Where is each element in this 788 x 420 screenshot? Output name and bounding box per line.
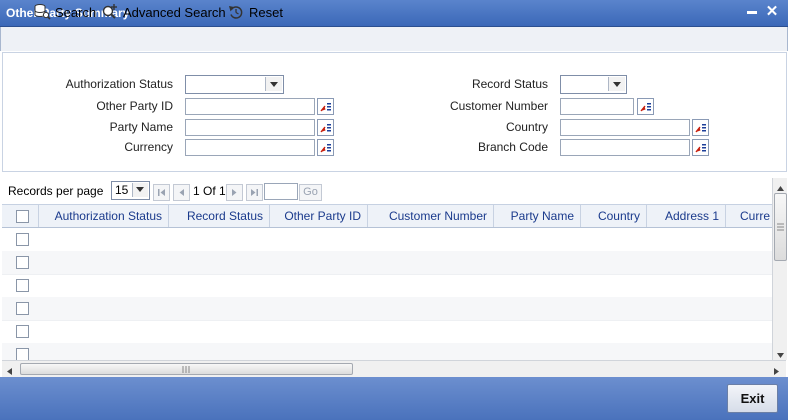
country-label: Country	[505, 120, 548, 134]
column-header-country[interactable]: Country	[581, 205, 647, 227]
search-button-label: Search	[55, 4, 97, 20]
chevron-down-icon	[132, 183, 148, 197]
country-input[interactable]	[560, 119, 690, 136]
list-of-values-icon[interactable]	[692, 139, 709, 156]
branch-code-input[interactable]	[560, 139, 690, 156]
party-name-label: Party Name	[109, 120, 173, 134]
currency-label: Currency	[124, 140, 173, 154]
footer-bar	[0, 377, 788, 420]
page-info: 1 Of 1	[193, 184, 226, 198]
customer-number-label: Customer Number	[449, 99, 548, 113]
authorization-status-select[interactable]	[185, 75, 284, 94]
results-grid: Authorization Status Record Status Other…	[2, 204, 772, 361]
next-page-icon[interactable]	[226, 184, 243, 201]
currency-input[interactable]	[185, 139, 315, 156]
record-status-label: Record Status	[471, 77, 548, 91]
toolbar	[0, 27, 788, 51]
horizontal-scrollbar[interactable]	[2, 360, 786, 377]
horizontal-scroll-thumb[interactable]	[20, 363, 353, 375]
chevron-down-icon	[608, 77, 625, 91]
list-of-values-icon[interactable]	[692, 119, 709, 136]
search-button[interactable]: Search	[33, 3, 96, 21]
table-row[interactable]	[2, 320, 772, 344]
row-checkbox[interactable]	[16, 302, 29, 315]
chevron-down-icon	[265, 77, 282, 91]
column-header-customer-number[interactable]: Customer Number	[368, 205, 494, 227]
authorization-status-label: Authorization Status	[65, 77, 173, 91]
list-of-values-icon[interactable]	[317, 119, 334, 136]
reset-button[interactable]: Reset	[227, 3, 283, 21]
last-page-icon[interactable]	[246, 184, 263, 201]
customer-number-input[interactable]	[560, 98, 634, 115]
database-search-icon	[33, 3, 51, 21]
table-row[interactable]	[2, 251, 772, 275]
other-party-id-input[interactable]	[185, 98, 315, 115]
table-row[interactable]	[2, 343, 772, 361]
party-name-input[interactable]	[185, 119, 315, 136]
go-button[interactable]: Go	[299, 184, 322, 201]
advanced-search-icon	[101, 3, 119, 21]
row-checkbox[interactable]	[16, 233, 29, 246]
column-header-address-1[interactable]: Address 1	[647, 205, 726, 227]
previous-page-icon[interactable]	[173, 184, 190, 201]
table-row[interactable]	[2, 274, 772, 298]
vertical-scroll-thumb[interactable]	[774, 193, 787, 261]
row-checkbox[interactable]	[16, 325, 29, 338]
other-party-id-label: Other Party ID	[96, 99, 173, 113]
column-header-party-name[interactable]: Party Name	[494, 205, 581, 227]
record-status-select[interactable]	[560, 75, 627, 94]
records-per-page-select[interactable]: 15	[111, 181, 150, 200]
records-per-page-label: Records per page	[8, 184, 104, 198]
records-per-page-value: 15	[115, 183, 129, 197]
row-checkbox[interactable]	[16, 279, 29, 292]
page-number-input[interactable]	[264, 183, 298, 200]
vertical-scrollbar[interactable]	[772, 178, 787, 360]
row-checkbox[interactable]	[16, 256, 29, 269]
table-row[interactable]	[2, 228, 772, 252]
reset-button-label: Reset	[249, 4, 283, 20]
list-of-values-icon[interactable]	[317, 139, 334, 156]
reset-icon	[227, 3, 245, 21]
branch-code-label: Branch Code	[477, 140, 548, 154]
advanced-search-button[interactable]: Advanced Search	[101, 3, 226, 21]
advanced-search-button-label: Advanced Search	[123, 4, 226, 20]
column-header-record-status[interactable]: Record Status	[169, 205, 270, 227]
close-icon[interactable]: ✕	[764, 3, 780, 21]
minimize-icon[interactable]: ▬	[744, 3, 760, 21]
column-header-authorization-status[interactable]: Authorization Status	[38, 205, 169, 227]
column-header-other-party-id[interactable]: Other Party ID	[270, 205, 368, 227]
first-page-icon[interactable]	[153, 184, 170, 201]
table-row[interactable]	[2, 297, 772, 321]
list-of-values-icon[interactable]	[317, 98, 334, 115]
column-header-currency[interactable]: Curre	[726, 205, 772, 227]
select-all-checkbox[interactable]	[16, 210, 29, 223]
select-all-cell	[2, 205, 39, 227]
list-of-values-icon[interactable]	[637, 98, 654, 115]
exit-button[interactable]: Exit	[727, 384, 778, 413]
